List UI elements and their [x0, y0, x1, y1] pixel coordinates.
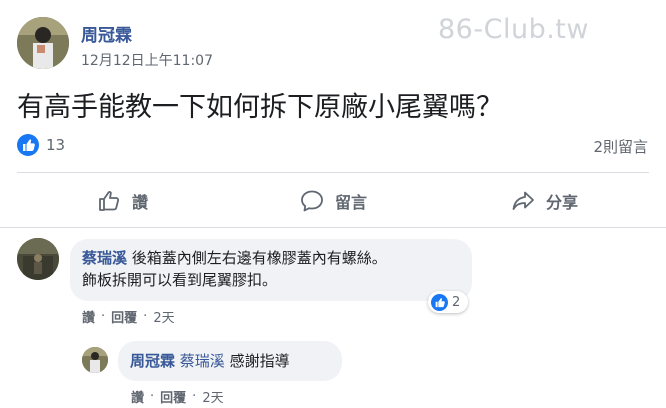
comment-text-line: 飾板拆開可以看到尾翼膠扣。	[82, 271, 278, 289]
divider	[17, 172, 649, 173]
like-button-label: 讚	[132, 193, 149, 212]
like-count[interactable]: 13	[46, 136, 65, 154]
thumbs-up-icon	[96, 188, 122, 214]
comment-reply-link[interactable]: 回覆	[111, 307, 137, 326]
comment-reaction-badge[interactable]: 2	[428, 291, 468, 313]
commenter-avatar[interactable]	[17, 238, 59, 280]
divider	[0, 227, 666, 228]
comment-text-line: 後箱蓋內側左右邊有橡膠蓋內有螺絲。	[131, 249, 387, 267]
separator-dot: ·	[192, 389, 197, 404]
like-reaction-icon	[431, 293, 448, 311]
comment-button-label: 留言	[335, 193, 368, 212]
comment-age[interactable]: 2天	[153, 307, 174, 326]
comment-count[interactable]: 2則留言	[593, 136, 648, 157]
separator-dot: ·	[150, 389, 155, 404]
like-button[interactable]: 讚	[96, 184, 148, 218]
post-timestamp[interactable]: 12月12日上午11:07	[81, 50, 213, 70]
reply-actions: 讚 · 回覆 · 2天	[131, 387, 224, 406]
share-button[interactable]: 分享	[510, 184, 578, 218]
reply-mention[interactable]: 蔡瑞溪	[180, 352, 225, 370]
separator-dot: ·	[101, 309, 106, 324]
comment-author[interactable]: 蔡瑞溪	[82, 249, 127, 267]
reply-bubble: 周冠霖 蔡瑞溪 感謝指導	[118, 341, 342, 381]
watermark: 86-Club.tw	[438, 14, 589, 45]
comment-like-link[interactable]: 讚	[82, 307, 95, 326]
reply-author-avatar[interactable]	[82, 347, 108, 373]
comment-bubble: 蔡瑞溪 後箱蓋內側左右邊有橡膠蓋內有螺絲。 飾板拆開可以看到尾翼膠扣。	[70, 239, 472, 301]
reaction-count: 2	[452, 294, 461, 310]
reply-text: 感謝指導	[229, 352, 290, 370]
share-button-label: 分享	[546, 193, 579, 212]
reply-age[interactable]: 2天	[202, 387, 223, 406]
share-arrow-icon	[510, 188, 536, 214]
like-reaction-icon[interactable]	[17, 134, 39, 156]
reply-author[interactable]: 周冠霖	[130, 352, 175, 370]
separator-dot: ·	[143, 309, 148, 324]
post-author-name[interactable]: 周冠霖	[81, 21, 132, 46]
comment-actions: 讚 · 回覆 · 2天	[82, 307, 175, 326]
post-text: 有高手能教一下如何拆下原廠小尾翼嗎？	[17, 92, 503, 123]
post-author-avatar[interactable]	[17, 17, 69, 69]
reply-like-link[interactable]: 讚	[131, 387, 144, 406]
comment-button[interactable]: 留言	[299, 184, 367, 218]
reply-reply-link[interactable]: 回覆	[160, 387, 186, 406]
speech-bubble-icon	[299, 188, 325, 214]
